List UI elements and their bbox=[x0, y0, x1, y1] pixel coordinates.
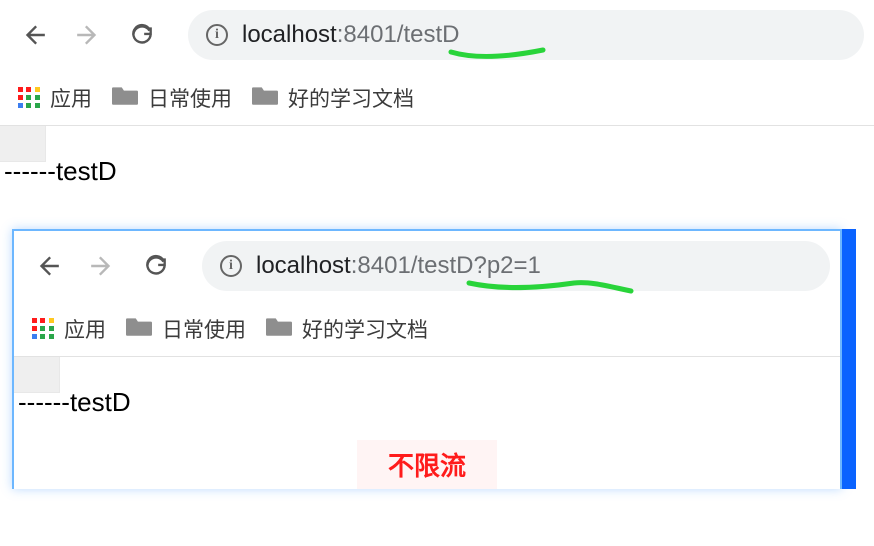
browser-window-top: i localhost:8401/testD 应用 日常使用 bbox=[0, 0, 874, 197]
address-bar[interactable]: i localhost:8401/testD bbox=[188, 10, 864, 60]
url-rest: :8401/testD?p2=1 bbox=[351, 252, 541, 280]
page-body-text: ------testD bbox=[14, 387, 840, 428]
bookmark-folder-2[interactable]: 好的学习文档 bbox=[252, 83, 414, 113]
bookmark-label: 日常使用 bbox=[148, 83, 232, 113]
bookmark-label: 日常使用 bbox=[162, 314, 246, 344]
bookmark-folder-2[interactable]: 好的学习文档 bbox=[266, 314, 428, 344]
page-content: ------testD 不限流 bbox=[14, 357, 840, 489]
annotation-label: 不限流 bbox=[357, 440, 497, 489]
frame-accent bbox=[842, 229, 856, 489]
bookmark-label: 好的学习文档 bbox=[302, 314, 428, 344]
annotation-underline-bottom bbox=[466, 277, 636, 304]
bookmark-folder-1[interactable]: 日常使用 bbox=[126, 314, 246, 344]
forward-button[interactable] bbox=[78, 242, 126, 290]
url-text: localhost:8401/testD?p2=1 bbox=[256, 252, 541, 280]
url-rest: :8401/testD bbox=[337, 21, 460, 49]
site-info-icon[interactable]: i bbox=[220, 255, 242, 277]
arrow-left-icon bbox=[21, 22, 47, 48]
folder-icon bbox=[112, 84, 138, 112]
apps-label: 应用 bbox=[64, 314, 106, 344]
arrow-right-icon bbox=[75, 22, 101, 48]
annotation-underline-top bbox=[448, 46, 548, 71]
forward-button[interactable] bbox=[64, 11, 112, 59]
bookmark-label: 好的学习文档 bbox=[288, 83, 414, 113]
browser-window-bottom: i localhost:8401/testD?p2=1 应用 日常使用 bbox=[12, 229, 842, 489]
arrow-right-icon bbox=[89, 253, 115, 279]
bookmarks-bar: 应用 日常使用 好的学习文档 bbox=[14, 301, 840, 357]
reload-icon bbox=[129, 22, 155, 48]
toolbar: i localhost:8401/testD?p2=1 bbox=[14, 231, 840, 301]
page-body-text: ------testD bbox=[0, 156, 874, 197]
bookmarks-bar: 应用 日常使用 好的学习文档 bbox=[0, 70, 874, 126]
apps-icon bbox=[32, 318, 54, 340]
arrow-left-icon bbox=[35, 253, 61, 279]
apps-label: 应用 bbox=[50, 83, 92, 113]
reload-button[interactable] bbox=[132, 242, 180, 290]
bookmark-folder-1[interactable]: 日常使用 bbox=[112, 83, 232, 113]
apps-shortcut[interactable]: 应用 bbox=[18, 83, 92, 113]
reload-button[interactable] bbox=[118, 11, 166, 59]
apps-icon bbox=[18, 87, 40, 109]
apps-shortcut[interactable]: 应用 bbox=[32, 314, 106, 344]
toolbar: i localhost:8401/testD bbox=[0, 0, 874, 70]
reload-icon bbox=[143, 253, 169, 279]
address-bar[interactable]: i localhost:8401/testD?p2=1 bbox=[202, 241, 830, 291]
back-button[interactable] bbox=[10, 11, 58, 59]
folder-icon bbox=[126, 315, 152, 343]
url-host: localhost bbox=[242, 21, 337, 49]
page-content: ------testD bbox=[0, 126, 874, 197]
site-info-icon[interactable]: i bbox=[206, 24, 228, 46]
folder-icon bbox=[252, 84, 278, 112]
back-button[interactable] bbox=[24, 242, 72, 290]
url-host: localhost bbox=[256, 252, 351, 280]
folder-icon bbox=[266, 315, 292, 343]
url-text: localhost:8401/testD bbox=[242, 21, 459, 49]
